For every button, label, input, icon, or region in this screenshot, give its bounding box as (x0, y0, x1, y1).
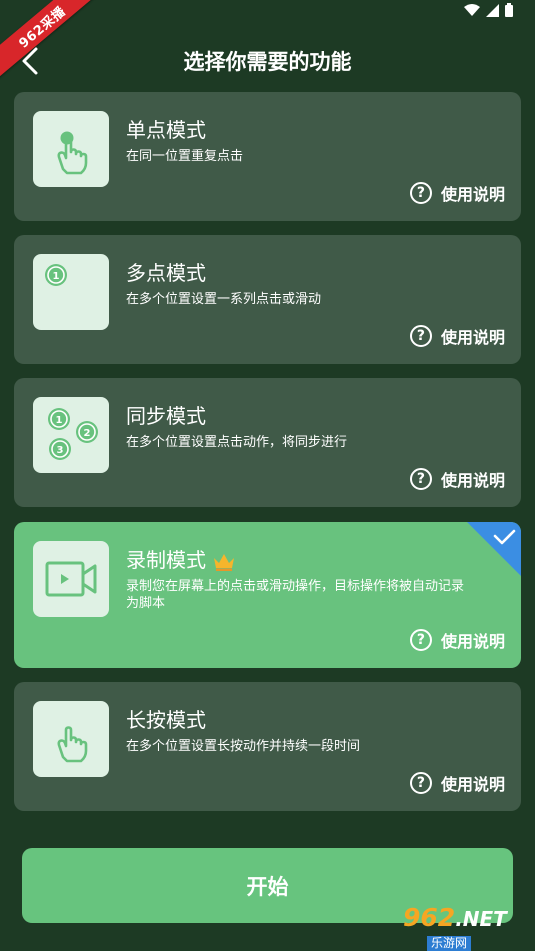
card-description: 在多个位置设置点击动作，将同步进行 (126, 435, 348, 450)
selected-check-corner (467, 522, 521, 576)
card-title-text: 录制模式 (126, 548, 206, 572)
help-label: 使用说明 (440, 185, 505, 204)
battery-icon (505, 3, 513, 17)
crown-icon (214, 553, 234, 571)
site-watermark: 962.NET 乐游网 (403, 905, 529, 951)
video-camera-icon (45, 561, 97, 597)
watermark-site-name: 乐游网 (427, 936, 472, 951)
header: 选择你需要的功能 (0, 38, 535, 84)
question-circle-icon: ? (409, 468, 432, 490)
card-title: 录制模式 (126, 544, 236, 573)
watermark-suffix: .NET (455, 907, 507, 931)
wifi-icon (464, 3, 480, 16)
mode-card-multi-point[interactable]: 1 多点模式 在多个位置设置一系列点击或滑动 ? 使用说明 (14, 235, 521, 364)
tap-finger-icon (57, 131, 88, 175)
card-title: 多点模式 (126, 261, 206, 285)
question-circle-icon: ? (409, 772, 432, 794)
card-description: 在同一位置重复点击 (126, 149, 244, 164)
point-badge-1: 1 (53, 271, 60, 282)
help-link[interactable]: ? 使用说明 (409, 628, 505, 652)
page-title: 选择你需要的功能 (183, 50, 352, 74)
card-description: 在多个位置设置一系列点击或滑动 (126, 292, 322, 307)
card-icon-tile: 1 (33, 254, 109, 330)
help-link[interactable]: ? 使用说明 (409, 324, 505, 348)
help-label: 使用说明 (440, 471, 505, 490)
check-icon (467, 522, 521, 576)
start-button-label: 开始 (246, 874, 289, 899)
card-title: 长按模式 (126, 708, 206, 732)
help-label: 使用说明 (440, 328, 505, 347)
point-badge-2: 2 (84, 428, 91, 439)
question-circle-icon: ? (409, 325, 432, 347)
card-icon-tile (33, 701, 109, 777)
card-icon-tile (33, 111, 109, 187)
mode-card-sync[interactable]: 1 2 3 同步模式 在多个位置设置点击动作，将同步进行 ? 使用说明 (14, 378, 521, 507)
card-icon-tile: 1 2 3 (33, 397, 109, 473)
help-link[interactable]: ? 使用说明 (409, 771, 505, 795)
multi-point-icon: 1 (45, 264, 67, 286)
card-description: 录制您在屏幕上的点击或滑动操作，目标操作将被自动记录为脚本 (126, 579, 465, 611)
help-label: 使用说明 (440, 632, 505, 651)
mode-card-record[interactable]: 录制模式 录制您在屏幕上的点击或滑动操作，目标操作将被自动记录为脚本 ? 使用说… (14, 522, 521, 668)
status-icons (464, 3, 513, 17)
card-description: 在多个位置设置长按动作并持续一段时间 (126, 739, 361, 754)
question-circle-icon: ? (409, 629, 432, 651)
card-title: 同步模式 (126, 404, 206, 428)
point-badge-1: 1 (56, 415, 63, 426)
long-press-finger-icon (57, 726, 88, 763)
help-label: 使用说明 (440, 775, 505, 794)
signal-icon (486, 3, 499, 17)
question-circle-icon: ? (409, 182, 432, 204)
mode-card-long-press[interactable]: 长按模式 在多个位置设置长按动作并持续一段时间 ? 使用说明 (14, 682, 521, 811)
mode-card-single-tap[interactable]: 单点模式 在同一位置重复点击 ? 使用说明 (14, 92, 521, 221)
card-title: 单点模式 (126, 118, 206, 142)
card-icon-tile (33, 541, 109, 617)
watermark-logo: 962.NET (403, 905, 529, 932)
help-link[interactable]: ? 使用说明 (409, 181, 505, 205)
sync-points-icon: 1 2 3 (48, 408, 98, 460)
help-link[interactable]: ? 使用说明 (409, 467, 505, 491)
point-badge-3: 3 (57, 445, 64, 456)
watermark-number: 962 (403, 903, 456, 932)
